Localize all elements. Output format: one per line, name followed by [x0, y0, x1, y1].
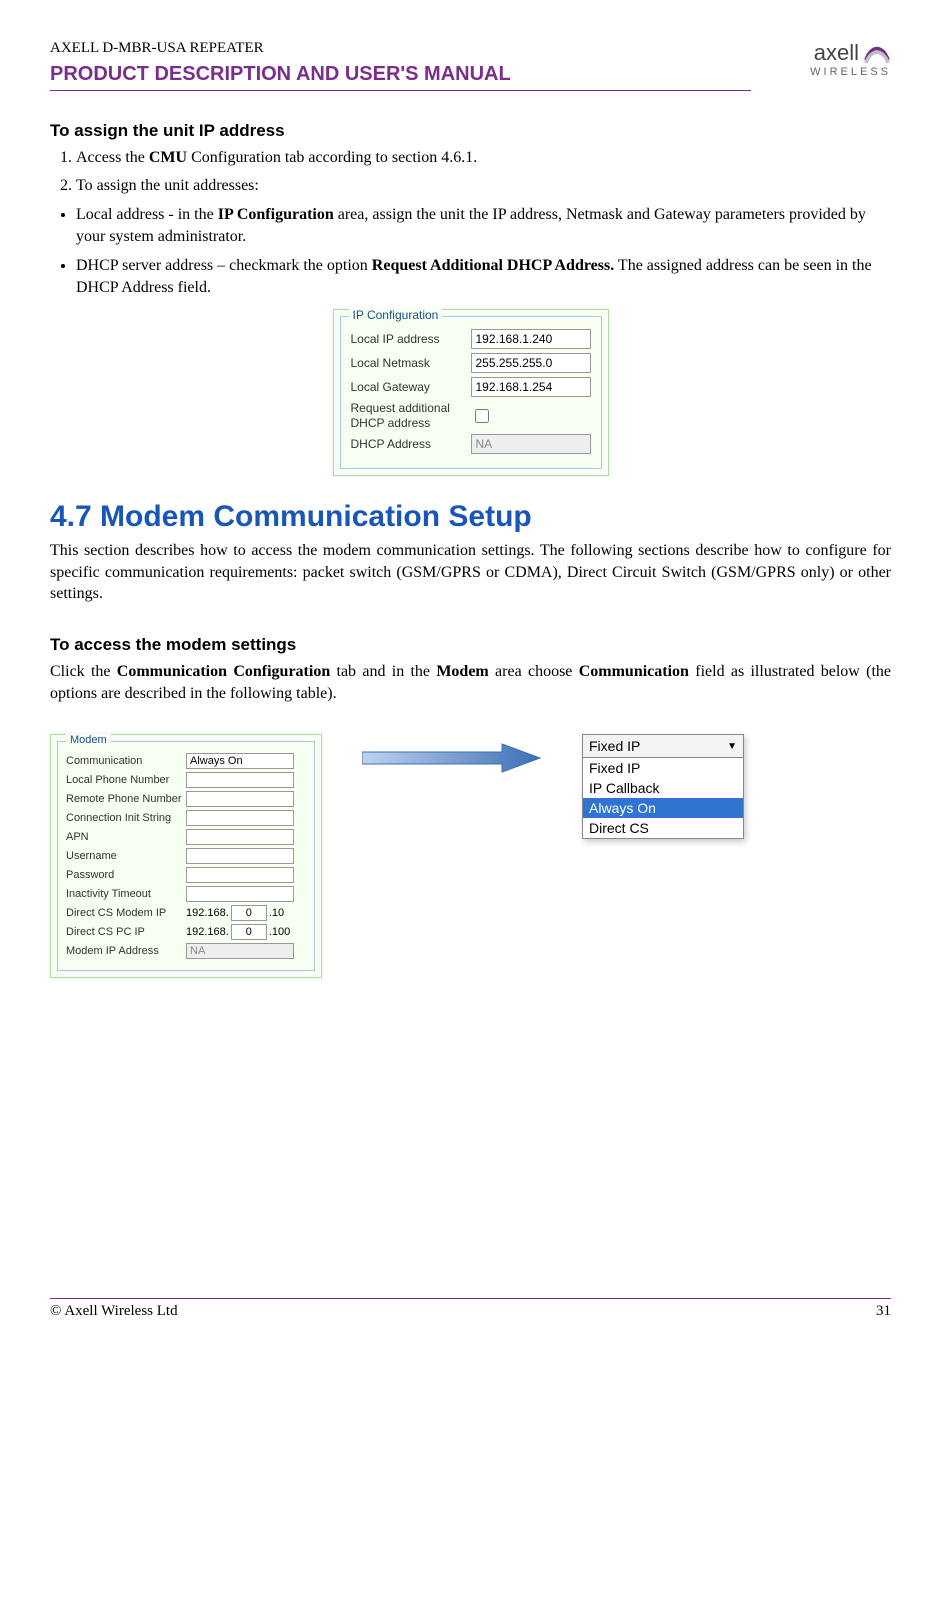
ip-config-figure: IP Configuration Local IP address Local … [50, 309, 891, 476]
req-dhcp-checkbox[interactable] [475, 409, 489, 423]
dcs-pc-suffix: .100 [269, 926, 290, 938]
p2-b2: Modem [436, 663, 488, 680]
b2-bold: Request Additional DHCP Address. [372, 257, 614, 274]
bullet-local-address: Local address - in the IP Configuration … [76, 204, 891, 249]
communication-select[interactable]: Fixed IP ▼ [583, 735, 743, 758]
gateway-label: Local Gateway [351, 380, 471, 394]
access-modem-heading: To access the modem settings [50, 635, 891, 655]
modem-apn-input[interactable] [186, 829, 294, 845]
p2-m1: tab and in the [330, 663, 436, 680]
dropdown-option-fixed-ip[interactable]: Fixed IP [583, 758, 743, 778]
modem-username-label: Username [66, 850, 186, 862]
bullet-dhcp-address: DHCP server address – checkmark the opti… [76, 255, 891, 300]
dropdown-option-ip-callback[interactable]: IP Callback [583, 778, 743, 798]
step1-text-post: Configuration tab according to section 4… [187, 149, 477, 166]
dcs-modem-seg-input[interactable] [231, 905, 267, 921]
chevron-down-icon: ▼ [727, 741, 737, 752]
communication-dropdown-panel: Fixed IP ▼ Fixed IP IP Callback Always O… [582, 734, 744, 839]
dropdown-option-always-on[interactable]: Always On [583, 798, 743, 818]
page-header: AXELL D-MBR-USA REPEATER PRODUCT DESCRIP… [50, 40, 891, 91]
dcs-pc-seg-input[interactable] [231, 924, 267, 940]
assign-ip-bullets: Local address - in the IP Configuration … [50, 204, 891, 300]
modem-remote-phone-input[interactable] [186, 791, 294, 807]
footer-copyright: © Axell Wireless Ltd [50, 1303, 178, 1320]
dropdown-option-direct-cs[interactable]: Direct CS [583, 818, 743, 838]
access-modem-para: Click the Communication Configuration ta… [50, 661, 891, 704]
page-footer: © Axell Wireless Ltd 31 [50, 1298, 891, 1320]
p2-b3: Communication [579, 663, 689, 680]
modem-figure: Modem Communication Local Phone Number R… [50, 734, 891, 978]
modem-apn-label: APN [66, 831, 186, 843]
dhcp-addr-label: DHCP Address [351, 437, 471, 451]
doc-title: PRODUCT DESCRIPTION AND USER'S MANUAL [50, 63, 751, 91]
ip-config-legend: IP Configuration [349, 308, 443, 322]
logo: axell WIRELESS [751, 40, 891, 78]
modem-inactivity-input[interactable] [186, 886, 294, 902]
modem-conn-init-input[interactable] [186, 810, 294, 826]
netmask-input[interactable] [471, 353, 591, 373]
b2-pre: DHCP server address – checkmark the opti… [76, 257, 372, 274]
b1-bold: IP Configuration [218, 206, 334, 223]
modem-legend: Modem [66, 734, 111, 746]
modem-remote-phone-label: Remote Phone Number [66, 793, 186, 805]
logo-text: axell [814, 40, 859, 66]
modem-ip-label: Modem IP Address [66, 945, 186, 957]
step1-bold: CMU [149, 149, 187, 166]
modem-inactivity-label: Inactivity Timeout [66, 888, 186, 900]
modem-username-input[interactable] [186, 848, 294, 864]
dcs-pc-prefix: 192.168. [186, 926, 229, 938]
modem-comm-input[interactable] [186, 753, 294, 769]
footer-page-number: 31 [876, 1303, 891, 1320]
req-dhcp-label: Request additional DHCP address [351, 401, 471, 430]
modem-password-label: Password [66, 869, 186, 881]
dcs-modem-prefix: 192.168. [186, 907, 229, 919]
section-4-7-intro: This section describes how to access the… [50, 540, 891, 605]
modem-comm-label: Communication [66, 755, 186, 767]
dropdown-selected-text: Fixed IP [589, 738, 640, 754]
modem-local-phone-input[interactable] [186, 772, 294, 788]
modem-password-input[interactable] [186, 867, 294, 883]
step-2: To assign the unit addresses: [76, 175, 891, 197]
doc-product-line: AXELL D-MBR-USA REPEATER [50, 40, 751, 57]
arrow-icon [362, 738, 542, 778]
dhcp-addr-input [471, 434, 591, 454]
section-4-7-title: 4.7 Modem Communication Setup [50, 500, 891, 534]
local-ip-input[interactable] [471, 329, 591, 349]
logo-subtext: WIRELESS [751, 66, 891, 78]
logo-wave-icon [863, 41, 891, 65]
modem-direct-cs-modem-label: Direct CS Modem IP [66, 907, 186, 919]
step1-text-pre: Access the [76, 149, 149, 166]
modem-local-phone-label: Local Phone Number [66, 774, 186, 786]
assign-ip-steps: Access the CMU Configuration tab accordi… [50, 147, 891, 198]
p2-pre: Click the [50, 663, 117, 680]
modem-conn-init-label: Connection Init String [66, 812, 186, 824]
netmask-label: Local Netmask [351, 356, 471, 370]
ip-config-fieldset: IP Configuration Local IP address Local … [340, 316, 602, 469]
local-ip-label: Local IP address [351, 332, 471, 346]
modem-fieldset: Modem Communication Local Phone Number R… [57, 741, 315, 971]
modem-ip-input [186, 943, 294, 959]
step-1: Access the CMU Configuration tab accordi… [76, 147, 891, 169]
modem-direct-cs-pc-label: Direct CS PC IP [66, 926, 186, 938]
gateway-input[interactable] [471, 377, 591, 397]
assign-ip-heading: To assign the unit IP address [50, 121, 891, 141]
b1-pre: Local address - in the [76, 206, 218, 223]
p2-m2: area choose [489, 663, 579, 680]
p2-b1: Communication Configuration [117, 663, 330, 680]
dcs-modem-suffix: .10 [269, 907, 284, 919]
